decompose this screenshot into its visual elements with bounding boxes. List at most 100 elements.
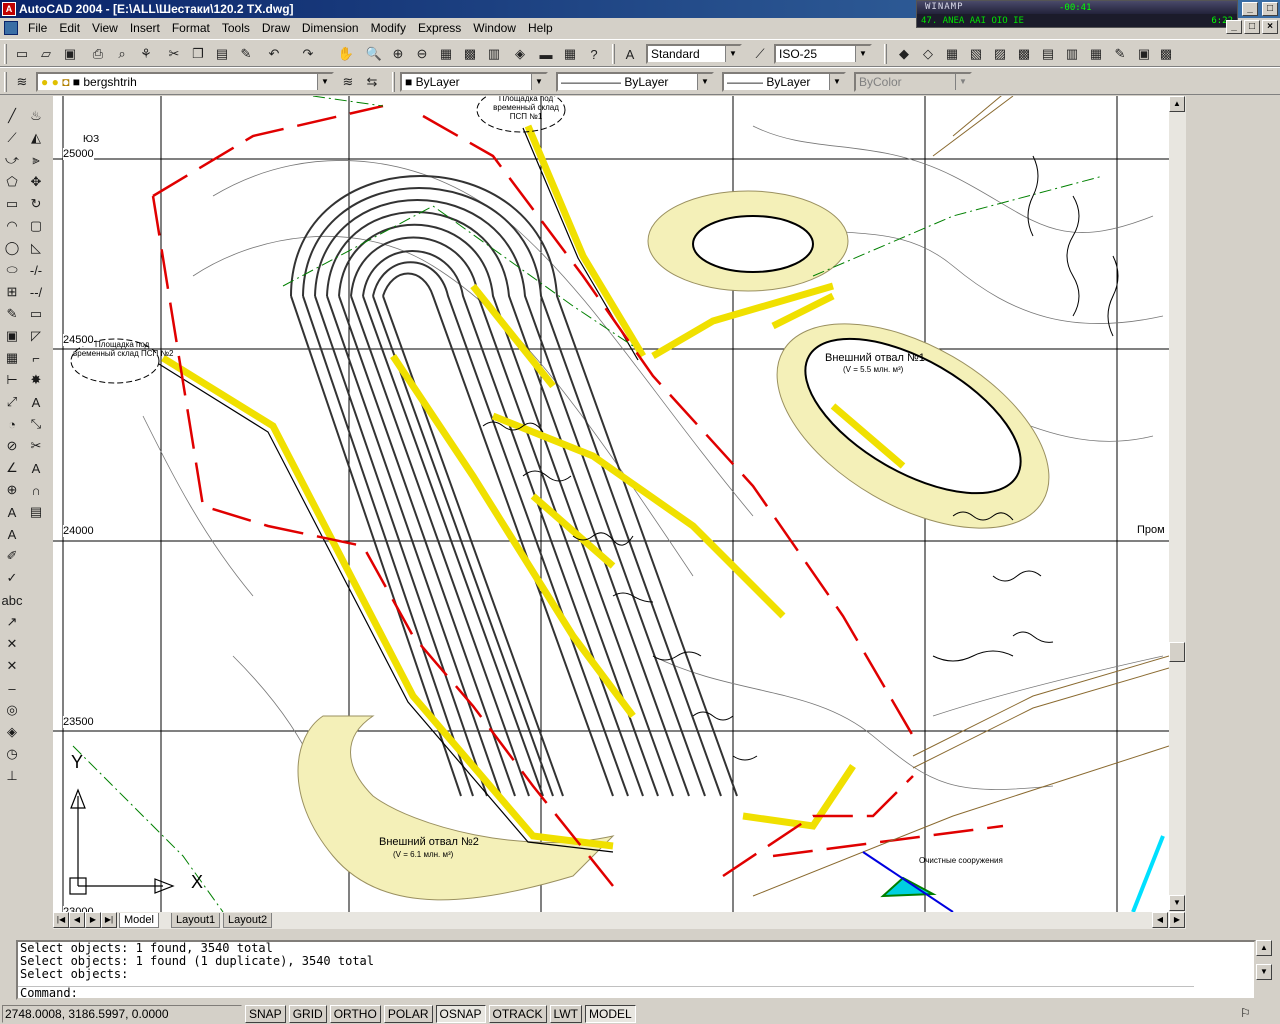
- menu-file[interactable]: File: [22, 19, 53, 37]
- markup-icon[interactable]: ▬: [536, 44, 556, 64]
- rectangle-icon[interactable]: ▭: [2, 194, 22, 214]
- toolbar-grip[interactable]: [612, 44, 615, 64]
- properties-icon[interactable]: ▦: [436, 44, 456, 64]
- cursor-coordinates[interactable]: 2748.0008, 3186.5997, 0.0000: [2, 1005, 242, 1023]
- snap-apparent-icon[interactable]: ✕: [2, 656, 22, 676]
- arc-icon[interactable]: ◠: [2, 216, 22, 236]
- center-mark-icon[interactable]: ⊕: [2, 480, 22, 500]
- save-icon[interactable]: ▣: [60, 44, 80, 64]
- print-preview-icon[interactable]: ⌕: [112, 44, 132, 64]
- zoom-window-icon[interactable]: ⊕: [388, 44, 408, 64]
- line-icon[interactable]: ╱: [2, 106, 22, 126]
- help-icon[interactable]: ?: [584, 44, 604, 64]
- menu-express[interactable]: Express: [412, 19, 467, 37]
- extend-icon[interactable]: --/: [26, 282, 46, 302]
- hatch-icon[interactable]: ▦: [2, 348, 22, 368]
- vertical-scrollbar[interactable]: ▲ ▼: [1169, 96, 1186, 912]
- tab-layout2[interactable]: Layout2: [223, 913, 273, 928]
- mtext-icon[interactable]: A: [2, 502, 22, 522]
- menu-tools[interactable]: Tools: [216, 19, 256, 37]
- toolbar-grip[interactable]: [4, 44, 7, 64]
- measure-icon[interactable]: ⤡: [26, 414, 46, 434]
- dim-style-combo[interactable]: ISO-25 ▼: [774, 44, 872, 64]
- modify-attr-icon[interactable]: A: [26, 458, 46, 478]
- design-center-icon[interactable]: ▩: [460, 44, 480, 64]
- chevron-down-icon[interactable]: ▼: [829, 74, 844, 90]
- mirror-icon[interactable]: ◭: [26, 128, 46, 148]
- chamfer-icon[interactable]: ◸: [26, 326, 46, 346]
- express-tool-4-icon[interactable]: ▧: [966, 44, 986, 64]
- menu-modify[interactable]: Modify: [365, 19, 412, 37]
- pick-icon[interactable]: ↗: [2, 612, 22, 632]
- toolbar-grip[interactable]: [4, 72, 7, 92]
- text-style-combo[interactable]: Standard ▼: [646, 44, 742, 64]
- color-combo[interactable]: ■ ByLayer ▼: [400, 72, 548, 92]
- fillet-icon[interactable]: ⌐: [26, 348, 46, 368]
- make-block-icon[interactable]: ✎: [2, 304, 22, 324]
- snap-toggle[interactable]: SNAP: [245, 1005, 286, 1023]
- redo-icon[interactable]: ↷: [298, 44, 318, 64]
- express-tool-3-icon[interactable]: ▦: [942, 44, 962, 64]
- menu-view[interactable]: View: [86, 19, 124, 37]
- express-tool-7-icon[interactable]: ▤: [1038, 44, 1058, 64]
- rotate-icon[interactable]: ↻: [26, 194, 46, 214]
- scroll-left-icon[interactable]: ◀: [1152, 912, 1168, 928]
- model-toggle[interactable]: MODEL: [584, 1005, 636, 1023]
- express-tool-5-icon[interactable]: ▨: [990, 44, 1010, 64]
- offset-icon[interactable]: ⫸: [26, 150, 46, 170]
- cmd-scroll-down-icon[interactable]: ▼: [1256, 964, 1272, 980]
- last-tab-icon[interactable]: ▶|: [101, 912, 117, 928]
- first-tab-icon[interactable]: |◀: [53, 912, 69, 928]
- communication-center-icon[interactable]: ⚐: [1240, 1006, 1251, 1020]
- snap-center-icon[interactable]: ◎: [2, 700, 22, 720]
- paste-icon[interactable]: ▤: [212, 44, 232, 64]
- express-tool-10-icon[interactable]: ✎: [1110, 44, 1130, 64]
- open-icon[interactable]: ▱: [36, 44, 56, 64]
- otrack-toggle[interactable]: OTRACK: [488, 1005, 547, 1023]
- doc-minimize-button[interactable]: _: [1226, 20, 1242, 34]
- prev-tab-icon[interactable]: ◀: [69, 912, 85, 928]
- chevron-down-icon[interactable]: ▼: [855, 46, 870, 62]
- attdef-icon[interactable]: A: [26, 392, 46, 412]
- next-tab-icon[interactable]: ▶: [85, 912, 101, 928]
- express-tool-6-icon[interactable]: ▩: [1014, 44, 1034, 64]
- scroll-right-icon[interactable]: ▶: [1169, 912, 1185, 928]
- grid-toggle[interactable]: GRID: [288, 1005, 327, 1023]
- circle-icon[interactable]: ◯: [2, 238, 22, 258]
- polyline-icon[interactable]: ⤻: [2, 150, 22, 170]
- toolbar-grip[interactable]: [884, 44, 887, 64]
- command-window[interactable]: Select objects: 1 found, 3540 total Sele…: [16, 940, 1256, 1000]
- tab-model[interactable]: Model: [119, 913, 159, 928]
- publish-icon[interactable]: ⚘: [136, 44, 156, 64]
- menu-help[interactable]: Help: [522, 19, 559, 37]
- chevron-down-icon[interactable]: ▼: [697, 74, 712, 90]
- tool-palettes-icon[interactable]: ▥: [484, 44, 504, 64]
- insert-block-icon[interactable]: ⊞: [2, 282, 22, 302]
- model-space-canvas[interactable]: 25000 24500 24000 23500 23000 ЮЗ Площадк…: [53, 96, 1169, 912]
- layer-manager-icon[interactable]: ≋: [12, 72, 32, 92]
- maximize-button[interactable]: □: [1262, 2, 1278, 16]
- fit-icon[interactable]: ∩: [26, 480, 46, 500]
- scale-icon[interactable]: ▢: [26, 216, 46, 236]
- chevron-down-icon[interactable]: ▼: [531, 74, 546, 90]
- menu-insert[interactable]: Insert: [124, 19, 166, 37]
- tab-layout1[interactable]: Layout1: [171, 913, 221, 928]
- linetype-combo[interactable]: ————— ByLayer ▼: [556, 72, 714, 92]
- undo-icon[interactable]: ↶: [264, 44, 284, 64]
- snap-tangent-icon[interactable]: ◷: [2, 744, 22, 764]
- snap-perpendicular-icon[interactable]: ⊥: [2, 766, 22, 786]
- lwt-toggle[interactable]: LWT: [549, 1005, 582, 1023]
- field-icon[interactable]: ▤: [26, 502, 46, 522]
- edit-text-icon[interactable]: ✐: [2, 546, 22, 566]
- menu-window[interactable]: Window: [467, 19, 522, 37]
- polygon-icon[interactable]: ⬠: [2, 172, 22, 192]
- zoom-realtime-icon[interactable]: 🔍: [364, 44, 384, 64]
- print-icon[interactable]: ⎙: [88, 44, 108, 64]
- command-prompt[interactable]: Command:: [18, 986, 1194, 1000]
- cmd-scroll-up-icon[interactable]: ▲: [1256, 940, 1272, 956]
- chevron-down-icon[interactable]: ▼: [317, 74, 332, 90]
- toolbar-grip[interactable]: [392, 72, 395, 92]
- minimize-button[interactable]: _: [1242, 2, 1258, 16]
- erase-icon[interactable]: ♨: [26, 106, 46, 126]
- construction-line-icon[interactable]: ⟋: [2, 128, 22, 148]
